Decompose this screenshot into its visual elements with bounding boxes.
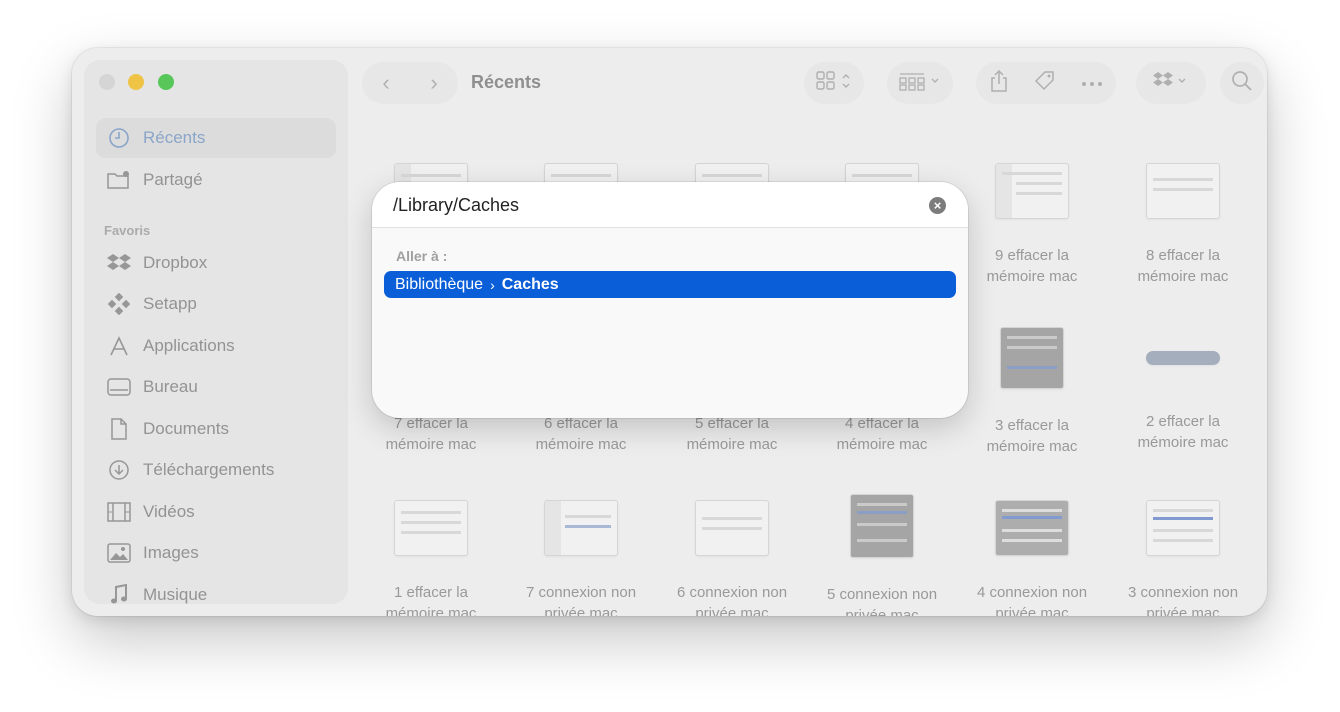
goto-folder-dialog: /Library/Caches × Aller à : Bibliothèque…	[372, 182, 968, 418]
suggestion-segment: Bibliothèque	[395, 275, 484, 293]
suggestion-row[interactable]: Bibliothèque › Caches	[384, 271, 956, 298]
path-input-value[interactable]: /Library/Caches	[393, 195, 519, 216]
suggestion-segment-bold: Caches	[501, 275, 559, 293]
path-input-field[interactable]: /Library/Caches ×	[372, 182, 968, 228]
chevron-right-icon: ›	[490, 276, 495, 293]
clear-x-icon[interactable]: ×	[929, 197, 946, 214]
goto-section-label: Aller à :	[396, 248, 448, 264]
